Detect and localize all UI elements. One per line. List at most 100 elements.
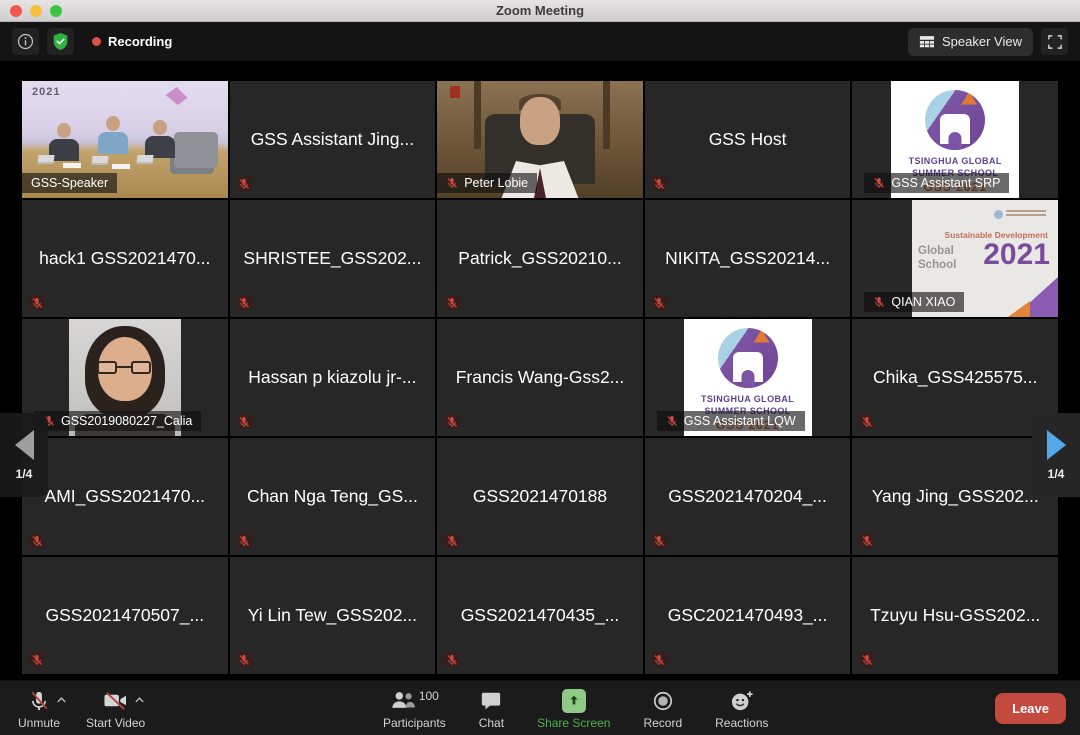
participant-tile[interactable]: GSS Host [645,81,851,198]
next-page-arrow-icon[interactable] [1047,430,1066,460]
meeting-info-button[interactable] [12,28,39,55]
participant-name: Francis Wang-Gss2... [437,319,643,436]
participant-tile[interactable]: Francis Wang-Gss2... [437,319,643,436]
reactions-label: Reactions [715,716,768,730]
muted-mic-icon [652,533,667,548]
participant-name: GSC2021470493_... [645,557,851,674]
participant-name: GSS Assistant Jing... [230,81,436,198]
video-options-chevron-icon[interactable] [134,691,145,709]
couch-shape [174,132,218,168]
muted-mic-icon [859,652,874,667]
participant-name: GSS2021470435_... [437,557,643,674]
previous-page-arrow-icon[interactable] [15,430,34,460]
next-page-control[interactable]: 1/4 [1032,413,1080,497]
maximize-window-button[interactable] [50,5,62,17]
poster-decor [1008,301,1030,317]
participant-tile[interactable]: hack1 GSS2021470... [22,200,228,317]
chat-bubble-icon [480,690,502,712]
muted-mic-icon [859,533,874,548]
participant-tile[interactable]: Tzuyu Hsu-GSS202... [852,557,1058,674]
muted-mic-icon [873,296,885,308]
close-window-button[interactable] [10,5,22,17]
namecard-shape [112,164,130,169]
video-grid: 2021 GSS-Speaker GSS Assistant Jing... [22,81,1058,674]
poster-text: Global School [918,244,956,273]
participant-tile[interactable]: Peter Lobie [437,81,643,198]
participant-tile[interactable]: Yang Jing_GSS202... [852,438,1058,555]
participant-tile[interactable]: AMI_GSS2021470... [22,438,228,555]
recording-indicator: Recording [92,34,172,49]
record-button[interactable]: Record [643,687,682,730]
participant-tile[interactable]: GSS2021470188 [437,438,643,555]
speaker-view-button[interactable]: Speaker View [908,28,1033,56]
participant-tile[interactable]: GSS Assistant Jing... [230,81,436,198]
previous-page-control[interactable]: 1/4 [0,413,48,497]
participant-tile[interactable]: GSS2019080227_Calia [22,319,228,436]
participant-name-label: GSS Assistant LQW [657,411,805,431]
meeting-toolbar: Unmute Start Video 100 Participants Chat [0,680,1080,735]
participant-tile[interactable]: 2021 GSS-Speaker [22,81,228,198]
logo-text: TSINGHUA GLOBAL [701,394,794,404]
share-screen-button[interactable]: Share Screen [537,687,610,730]
participant-tile[interactable]: GSC2021470493_... [645,557,851,674]
unmute-label: Unmute [18,716,60,730]
muted-mic-icon [652,176,667,191]
participant-name-label: GSS-Speaker [22,173,117,193]
participant-tile[interactable]: GSS2021470507_... [22,557,228,674]
poster-logo-icon [994,208,1046,220]
start-video-button[interactable]: Start Video [86,687,145,730]
participant-name: Tzuyu Hsu-GSS202... [852,557,1058,674]
participant-tile[interactable]: TSINGHUA GLOBAL SUMMER SCHOOL GSS 2021 G… [645,319,851,436]
laptop-shape [136,155,153,164]
participant-tile[interactable]: NIKITA_GSS20214... [645,200,851,317]
participants-button[interactable]: 100 Participants [383,687,446,730]
muted-mic-icon [237,295,252,310]
page-indicator: 1/4 [1048,467,1065,481]
participant-tile[interactable]: SHRISTEE_GSS202... [230,200,436,317]
participant-tile[interactable]: Hassan p kiazolu jr-... [230,319,436,436]
recording-dot-icon [92,37,101,46]
leave-button[interactable]: Leave [995,693,1066,724]
muted-mic-icon [28,690,50,712]
page-indicator: 1/4 [16,467,33,481]
person-figure [98,116,128,154]
participant-name: Chika_GSS425575... [852,319,1058,436]
fullscreen-button[interactable] [1041,28,1068,55]
participants-count: 100 [419,689,439,703]
decor-shape [450,86,460,98]
gss-logo-icon [925,90,985,150]
participant-tile[interactable]: GSS2021470204_... [645,438,851,555]
participant-tile[interactable]: GSS2021470435_... [437,557,643,674]
muted-mic-icon [237,414,252,429]
muted-mic-icon [237,533,252,548]
participant-name: NIKITA_GSS20214... [645,200,851,317]
muted-mic-icon [666,415,678,427]
reactions-button[interactable]: Reactions [715,687,768,730]
gss-logo-icon [718,328,778,388]
security-shield-button[interactable] [47,28,74,55]
chat-button[interactable]: Chat [479,687,504,730]
participant-tile[interactable]: Sustainable Development Global School 20… [852,200,1058,317]
laptop-shape [91,156,108,165]
video-area: 2021 GSS-Speaker GSS Assistant Jing... [0,61,1080,680]
backdrop-text: 2021 [32,86,60,98]
muted-mic-icon [859,414,874,429]
muted-mic-icon [652,295,667,310]
muted-mic-icon [29,533,44,548]
unmute-button[interactable]: Unmute [18,687,60,730]
shelf-shape [474,81,481,149]
muted-mic-icon [652,652,667,667]
person-figure [145,120,175,158]
window-titlebar: Zoom Meeting [0,0,1080,22]
minimize-window-button[interactable] [30,5,42,17]
participant-tile[interactable]: TSINGHUA GLOBAL SUMMER SCHOOL GSS 2021 G… [852,81,1058,198]
participant-tile[interactable]: Chan Nga Teng_GS... [230,438,436,555]
participant-tile[interactable]: Patrick_GSS20210... [437,200,643,317]
gallery-grid-icon [919,35,935,48]
participant-tile[interactable]: Yi Lin Tew_GSS202... [230,557,436,674]
muted-mic-icon [237,176,252,191]
fullscreen-icon [1048,35,1062,49]
audio-options-chevron-icon[interactable] [56,691,67,709]
participant-tile[interactable]: Chika_GSS425575... [852,319,1058,436]
participants-label: Participants [383,716,446,730]
